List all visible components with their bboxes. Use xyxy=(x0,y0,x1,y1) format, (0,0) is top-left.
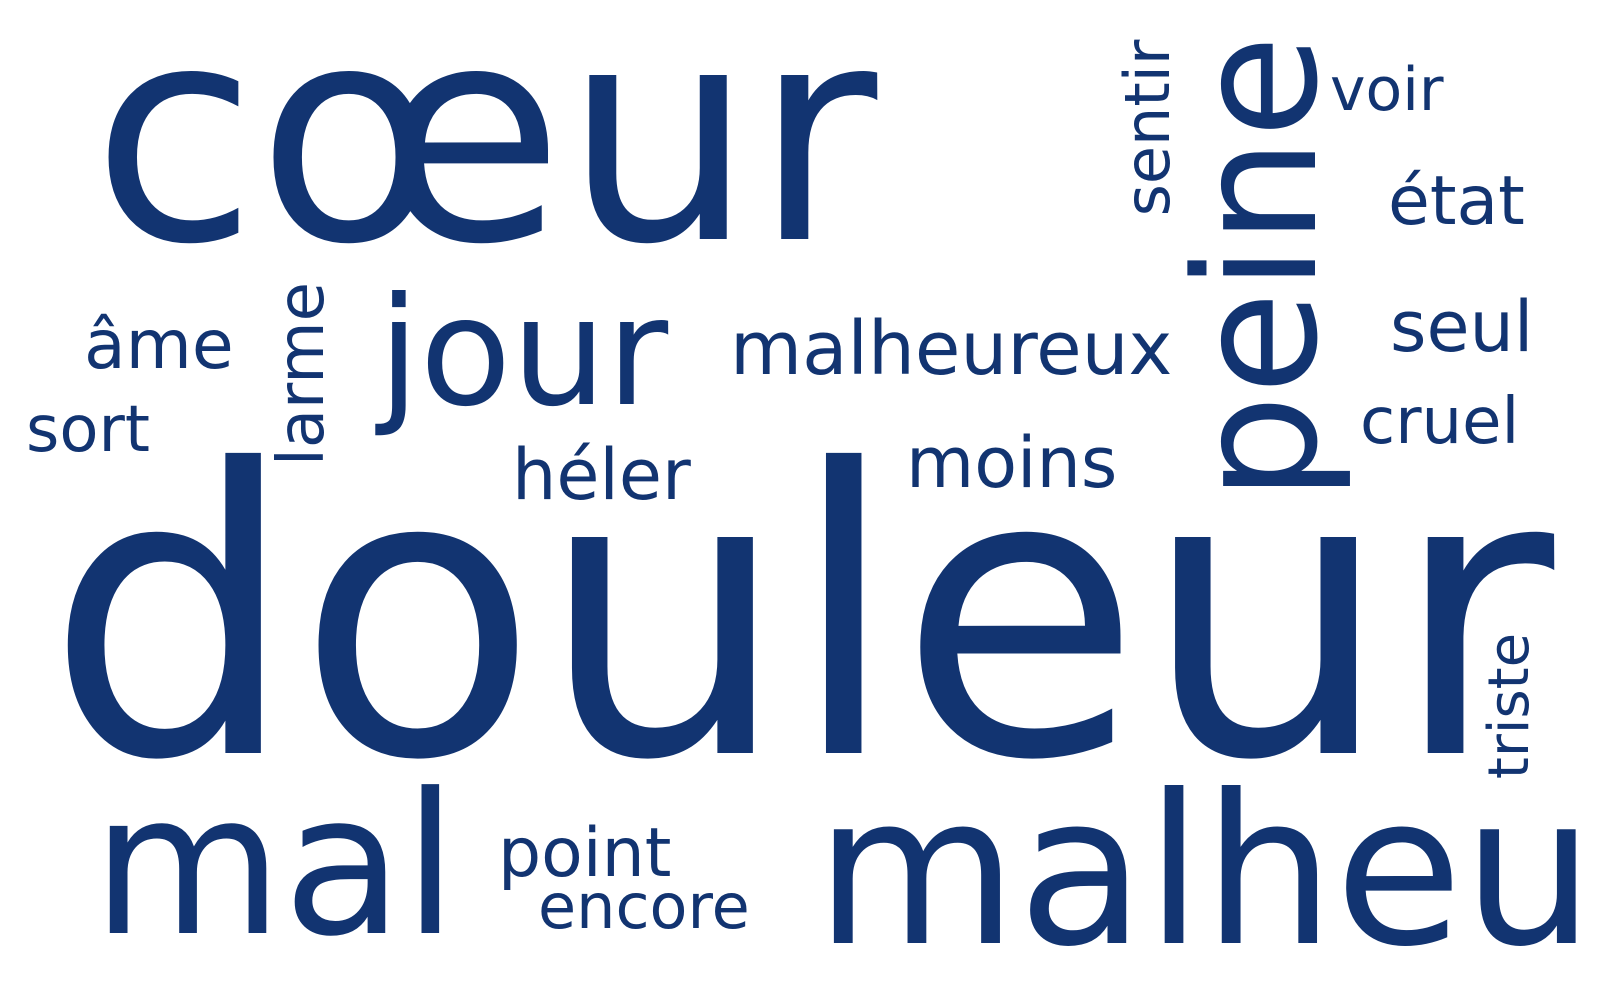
word-seul: seul xyxy=(1390,286,1534,368)
word-triste: triste xyxy=(1477,632,1542,780)
word-encore: encore xyxy=(538,870,750,943)
word-mal: mal xyxy=(92,752,458,980)
word-coeur: cœur xyxy=(92,0,878,310)
word-sentir: sentir xyxy=(1111,39,1184,217)
word-sort: sort xyxy=(26,393,150,467)
word-cloud: cœur douleur malheur mal peine jour malh… xyxy=(0,0,1600,1000)
word-malheur: malheur xyxy=(815,751,1600,993)
word-etat: état xyxy=(1388,162,1525,241)
word-voir: voir xyxy=(1330,55,1444,125)
word-peine: peine xyxy=(1159,34,1355,502)
word-heler: héler xyxy=(512,434,691,516)
word-cruel: cruel xyxy=(1360,385,1520,459)
word-ame: âme xyxy=(84,306,234,385)
word-jour: jour xyxy=(378,266,669,440)
word-malheureux: malheureux xyxy=(730,306,1173,392)
word-larme: larme xyxy=(265,282,339,466)
word-moins: moins xyxy=(906,422,1118,504)
